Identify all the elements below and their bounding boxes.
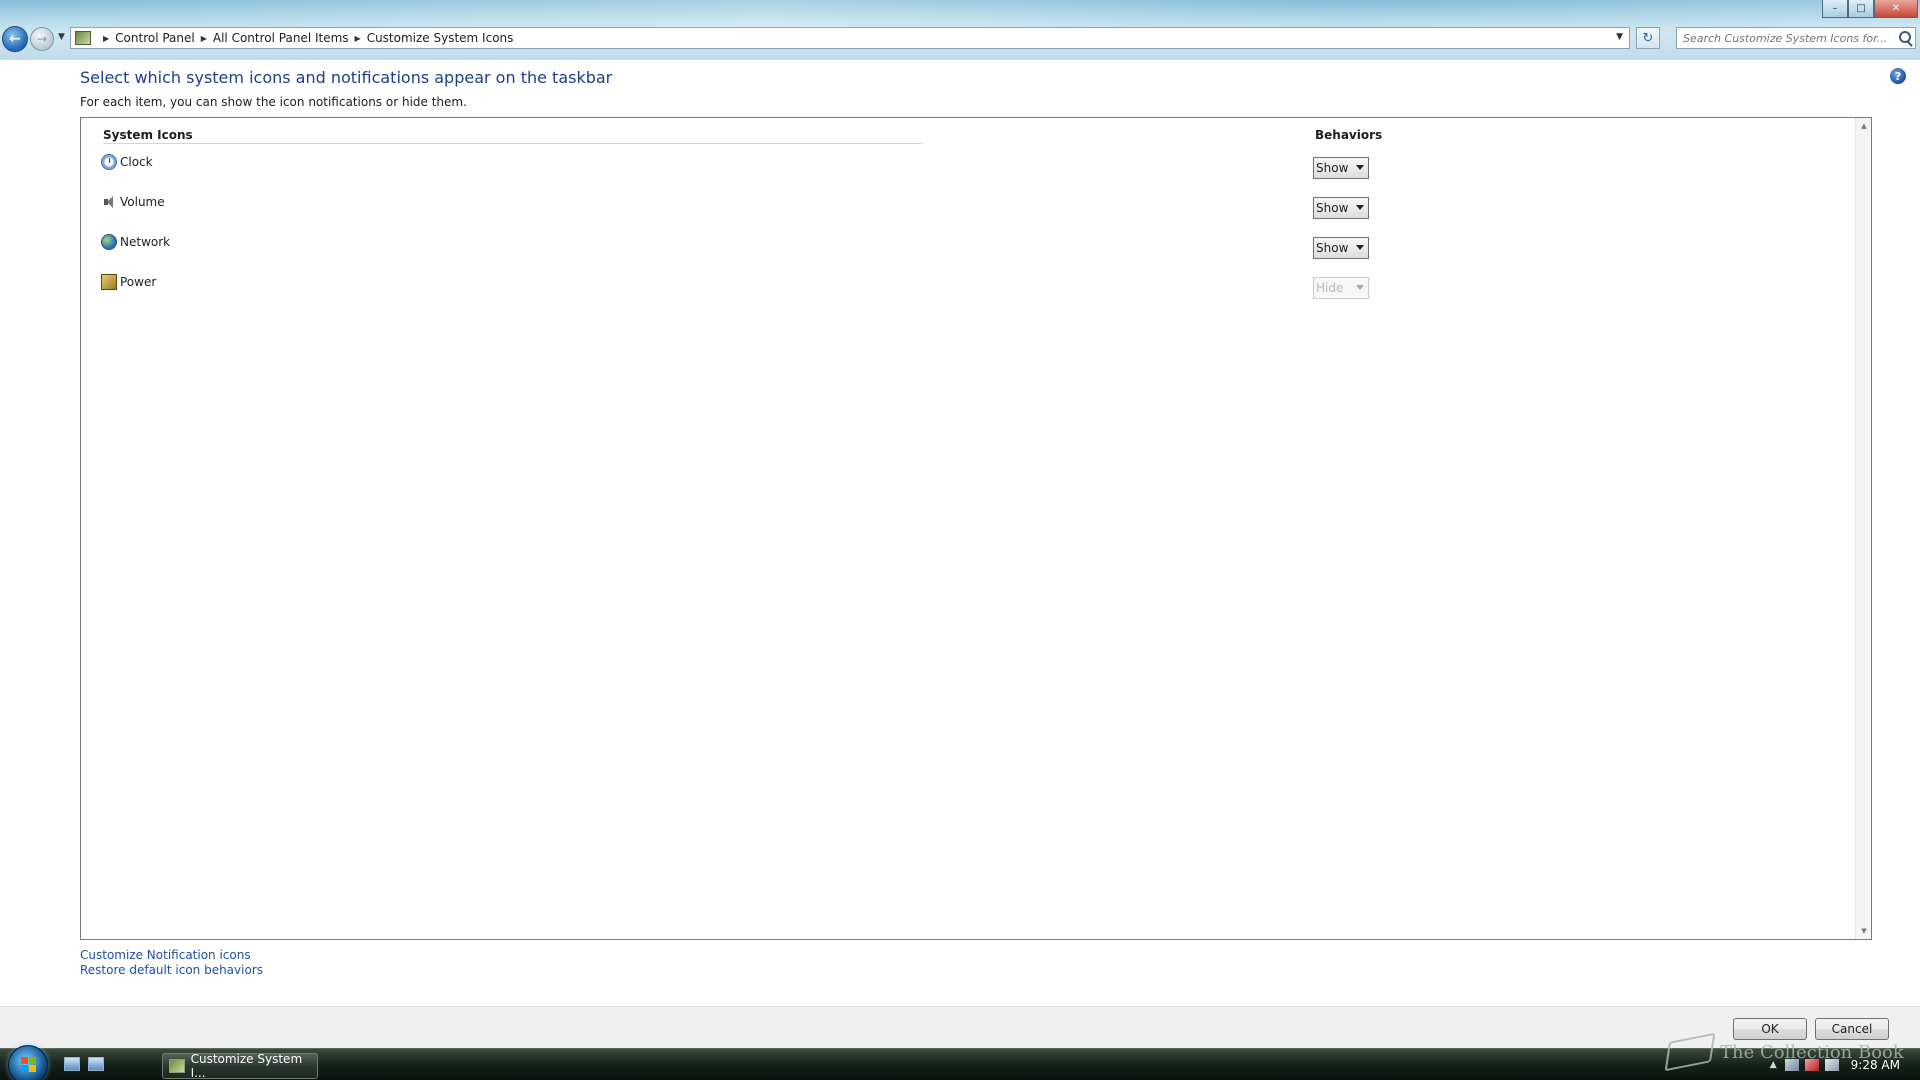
switch-windows-icon[interactable] [88,1057,104,1071]
page-title: Select which system icons and notificati… [80,68,613,87]
window-controls: – □ ✕ [1822,0,1918,18]
taskbar: Customize System I... ▲ 9:28 AM [0,1045,1920,1080]
maximize-button[interactable]: □ [1848,0,1874,18]
start-button[interactable] [8,1045,48,1080]
forward-button[interactable]: → [30,27,54,51]
windows-logo-icon [21,1057,37,1073]
address-dropdown-icon[interactable]: ▼ [1616,32,1623,42]
search-box[interactable] [1676,27,1916,49]
list-item-power: Power [101,270,156,294]
volume-behavior-dropdown[interactable]: ShowHide [1313,197,1369,219]
volume-icon [101,194,117,210]
book-icon [1664,1032,1716,1072]
power-icon [101,274,117,290]
breadcrumb-separator-icon[interactable]: ▶ [201,34,207,43]
taskbar-window-button[interactable]: Customize System I... [162,1052,318,1080]
history-dropdown-icon[interactable]: ▼ [58,32,65,42]
taskbar-window-label: Customize System I... [190,1052,303,1080]
power-behavior-select: ShowHide [1313,277,1369,299]
title-bar: – □ ✕ ← → ▼ ▶ Control Panel ▶ All Contro… [0,0,1920,60]
watermark-text: The Collection Book [1720,1041,1904,1063]
search-icon[interactable] [1899,31,1911,43]
address-bar[interactable]: ▶ Control Panel ▶ All Control Panel Item… [70,27,1630,49]
list-item-volume: Volume [101,190,165,214]
clock-behavior-dropdown[interactable]: ShowHide [1313,157,1369,179]
breadcrumb-control-panel[interactable]: Control Panel [115,31,195,45]
dialog-footer [0,1006,1920,1048]
customize-notification-icons-link[interactable]: Customize Notification icons [80,948,251,962]
system-icons-panel: System Icons Behaviors Clock ShowHide Vo… [80,117,1872,940]
help-icon[interactable]: ? [1890,68,1906,84]
network-behavior-select[interactable]: ShowHide [1313,237,1369,259]
minimize-button[interactable]: – [1822,0,1848,18]
back-button[interactable]: ← [2,26,28,52]
navigation-bar: ← → ▼ ▶ Control Panel ▶ All Control Pane… [0,24,1920,52]
control-panel-icon [169,1059,185,1073]
header-divider [103,143,923,144]
item-label: Clock [120,155,153,169]
page-description: For each item, you can show the icon not… [80,95,467,109]
refresh-button[interactable]: ↻ [1636,27,1660,49]
list-item-network: Network [101,230,170,254]
item-label: Volume [120,195,165,209]
behaviors-header: Behaviors [1315,128,1383,142]
system-icons-header: System Icons [103,128,193,142]
clock-behavior-select[interactable]: ShowHide [1313,157,1369,179]
list-item-clock: Clock [101,150,153,174]
breadcrumb-separator-icon[interactable]: ▶ [103,34,109,43]
vertical-scrollbar[interactable]: ▲ ▼ [1855,118,1871,939]
breadcrumb-all-items[interactable]: All Control Panel Items [213,31,349,45]
restore-default-behaviors-link[interactable]: Restore default icon behaviors [80,963,263,977]
search-input[interactable] [1677,28,1887,48]
show-desktop-icon[interactable] [64,1057,80,1071]
clock-icon [101,154,117,170]
close-button[interactable]: ✕ [1874,0,1918,18]
network-icon [101,234,117,250]
scroll-down-icon[interactable]: ▼ [1856,923,1872,939]
item-label: Power [120,275,157,289]
breadcrumb-separator-icon[interactable]: ▶ [355,34,361,43]
watermark: The Collection Book [1664,1030,1908,1074]
item-label: Network [120,235,171,249]
control-panel-icon [75,31,91,45]
network-behavior-dropdown[interactable]: ShowHide [1313,237,1369,259]
breadcrumb-customize-system-icons[interactable]: Customize System Icons [367,31,514,45]
volume-behavior-select[interactable]: ShowHide [1313,197,1369,219]
scroll-up-icon[interactable]: ▲ [1856,118,1872,134]
power-behavior-dropdown: ShowHide [1313,277,1369,299]
